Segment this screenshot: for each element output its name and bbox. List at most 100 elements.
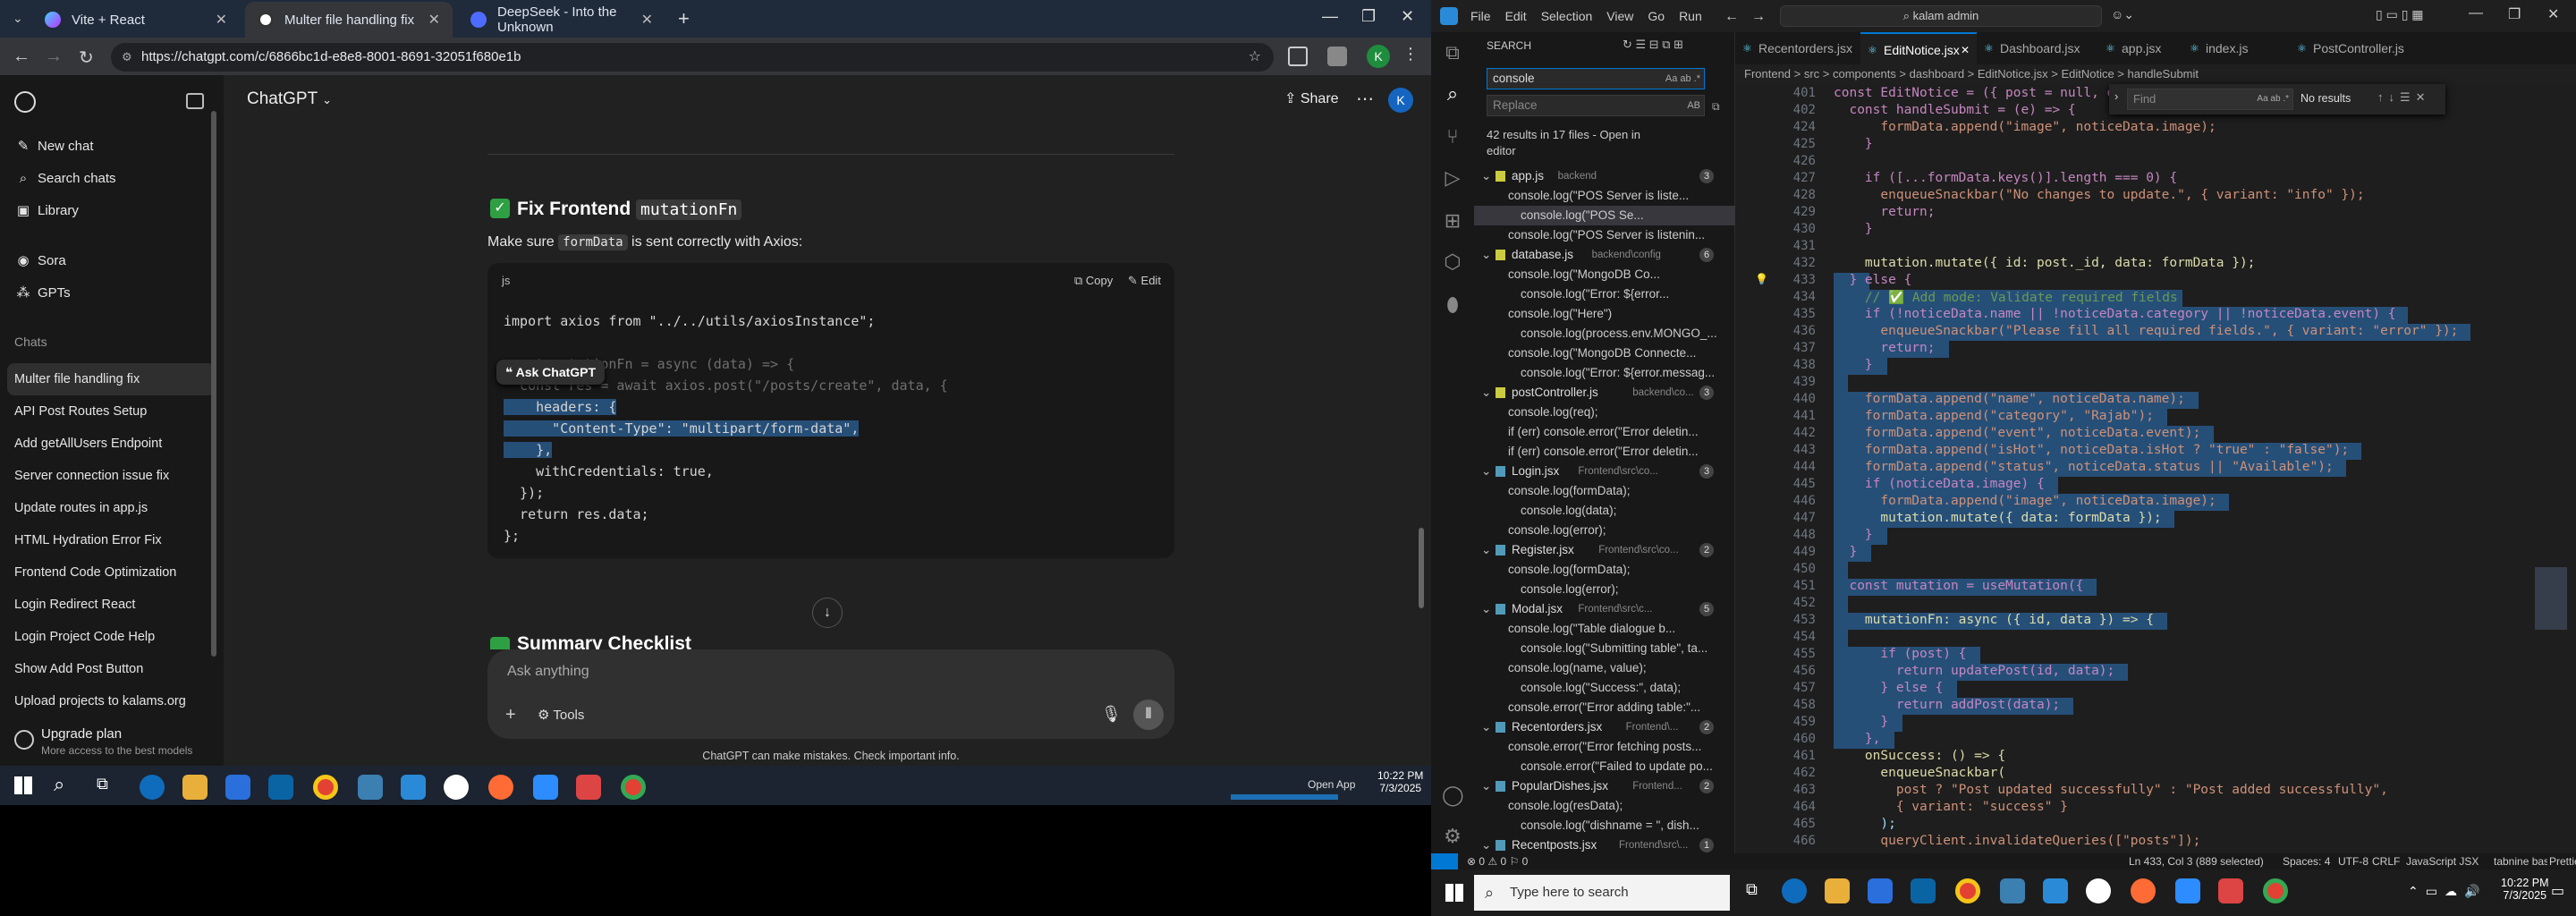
edit-code-button[interactable]: ✎ Edit (1128, 274, 1161, 288)
remote-indicator-icon[interactable] (1431, 853, 1458, 869)
file-explorer-icon[interactable] (182, 775, 208, 800)
vscode-icon[interactable] (401, 775, 426, 800)
search-result-line[interactable]: console.log("POS Server is liste... (1474, 186, 1735, 206)
store-icon[interactable] (225, 775, 250, 800)
close-tab-icon[interactable]: ✕ (641, 11, 653, 29)
preserve-case-icon[interactable]: AB (1687, 96, 1700, 115)
layout-icons[interactable]: ▯ ▭ ▯ ▦ (2376, 7, 2424, 22)
gpts-button[interactable]: ⁂ GPTs (14, 277, 220, 310)
restore-icon[interactable]: ❐ (1361, 7, 1376, 26)
edge-icon[interactable] (140, 775, 165, 800)
cursor-position[interactable]: Ln 433, Col 3 (889 selected) (2129, 853, 2264, 869)
menu-item-run[interactable]: Run (1679, 9, 1702, 23)
sidebar-scrollbar[interactable] (211, 75, 220, 782)
search-result-file[interactable]: ⌄ Register.jsx Frontend\src\co... 2 (1474, 540, 1735, 560)
search-result-line[interactable]: console.log(name, value); (1474, 658, 1735, 678)
sidebar-toggle-icon[interactable] (186, 93, 204, 109)
menu-dots-icon[interactable]: ⋮ (1402, 45, 1419, 64)
app-icon[interactable] (2000, 878, 2025, 903)
chat-history-item[interactable]: Server connection issue fix (7, 460, 215, 492)
extension-icon[interactable] (1288, 47, 1308, 66)
file-explorer-icon[interactable] (1825, 878, 1850, 903)
search-result-file[interactable]: ⌄ Modal.jsx Frontend\src\c... 5 (1474, 599, 1735, 619)
search-result-line[interactable]: console.log("MongoDB Co... (1474, 265, 1735, 284)
find-input[interactable]: Find Aa ab .* (2127, 89, 2293, 110)
search-result-line[interactable]: console.log(error); (1474, 580, 1735, 599)
ask-chatgpt-popup[interactable]: ❝ Ask ChatGPT (496, 360, 606, 385)
search-result-line[interactable]: console.log(error); (1474, 521, 1735, 540)
chat-history-item[interactable]: Add getAllUsers Endpoint (7, 428, 215, 460)
search-result-file[interactable]: ⌄ postController.js backend\co... 3 (1474, 383, 1735, 403)
tab-vite-react[interactable]: Vite + React ✕ (32, 2, 240, 38)
mongodb-icon[interactable]: ⬮ (1442, 293, 1463, 317)
app-icon[interactable] (576, 775, 601, 800)
minimap[interactable] (2535, 84, 2567, 844)
mail-icon[interactable] (1911, 878, 1936, 903)
line-ending[interactable]: CRLF (2372, 853, 2400, 869)
search-result-line[interactable]: console.log("POS Se... (1474, 206, 1735, 225)
attach-plus-icon[interactable]: + (505, 705, 516, 725)
share-button[interactable]: ⇪ Share (1284, 89, 1339, 107)
encoding[interactable]: UTF-8 (2338, 853, 2368, 869)
search-result-line[interactable]: console.log("Table dialogue b... (1474, 619, 1735, 639)
profile-avatar[interactable]: K (1367, 45, 1390, 68)
chrome-icon[interactable] (1955, 878, 1980, 903)
indentation[interactable]: Spaces: 4 (2283, 853, 2330, 869)
search-icon[interactable]: ⌕ (54, 773, 64, 796)
toggle-replace-icon[interactable]: › (2114, 89, 2118, 103)
mail-icon[interactable] (268, 775, 293, 800)
editor-tab[interactable]: ⚛ PostController.js (2290, 32, 2415, 64)
replace-all-icon[interactable]: ⧉ (1712, 100, 1720, 114)
tabnine-status[interactable]: tabnine basic (2494, 853, 2547, 869)
search-result-line[interactable]: console.log("Here") (1474, 304, 1735, 324)
search-actions-icons[interactable]: ↻ ☰ ⊟ ⧉ ⊞ (1623, 38, 1683, 52)
search-result-line[interactable]: console.error("Failed to update po... (1474, 757, 1735, 776)
lightbulb-icon[interactable]: 💡 (1755, 273, 1768, 285)
windows-start-icon[interactable] (14, 776, 32, 794)
task-view-icon[interactable]: ⧉ (1746, 880, 1758, 899)
zoom-icon[interactable] (2175, 878, 2200, 903)
extensions-icon[interactable]: ⊞ (1442, 209, 1463, 233)
prettier-status[interactable]: Prettier (2549, 853, 2576, 869)
search-result-line[interactable]: console.log("POS Server is listenin... (1474, 225, 1735, 245)
new-tab-icon[interactable]: + (678, 7, 690, 30)
editor-tab[interactable]: ⚛ EditNotice.jsx ✕ (1860, 32, 1977, 64)
notification-icon[interactable]: ▭ (2551, 882, 2564, 900)
minimize-icon[interactable]: — (1322, 7, 1338, 26)
editor-tab[interactable]: ⚛ Recentorders.jsx (1735, 32, 1860, 64)
chrome-icon[interactable] (2263, 878, 2288, 903)
search-result-line[interactable]: console.log("MongoDB Connecte... (1474, 344, 1735, 363)
run-debug-icon[interactable]: ▷ (1442, 166, 1463, 190)
windows-start-icon[interactable] (1445, 884, 1463, 902)
language-mode[interactable]: JavaScript JSX (2406, 853, 2479, 869)
open-app-area[interactable]: Open App (1231, 778, 1365, 800)
search-query-input[interactable]: console Aa ab .* (1487, 68, 1705, 89)
search-icon[interactable]: ⌕ (1442, 82, 1463, 106)
menu-item-selection[interactable]: Selection (1541, 9, 1593, 23)
clock[interactable]: 10:22 PM 7/3/2025 (1377, 769, 1423, 794)
bookmark-star-icon[interactable]: ☆ (1249, 43, 1261, 72)
tools-button[interactable]: ⚙ Tools (538, 707, 584, 723)
editor-tab[interactable]: ⚛ Dashboard.jsx (1977, 32, 2098, 64)
prompt-input[interactable]: Ask anything (507, 664, 589, 680)
menu-item-go[interactable]: Go (1648, 9, 1665, 23)
close-tab-icon[interactable]: ✕ (1961, 34, 1970, 66)
close-window-icon[interactable]: ✕ (1401, 7, 1414, 26)
chat-history-item[interactable]: Login Redirect React (7, 589, 215, 621)
system-tray-icons[interactable]: ⌃▭☁🔊 (2408, 884, 2487, 899)
store-icon[interactable] (1868, 878, 1893, 903)
editor-tab[interactable]: ⚛ index.js (2182, 32, 2290, 64)
editor-tab[interactable]: ⚛ app.jsx (2098, 32, 2182, 64)
edge-icon[interactable] (1782, 878, 1807, 903)
tab-deepseek[interactable]: DeepSeek - Into the Unknown ✕ (458, 2, 665, 38)
search-result-line[interactable]: console.log("Success:", data); (1474, 678, 1735, 698)
puzzle-icon[interactable] (1327, 47, 1347, 66)
postman-icon[interactable] (488, 775, 513, 800)
account-icon[interactable]: ◯ (1442, 784, 1464, 807)
chat-history-item[interactable]: Login Project Code Help (7, 621, 215, 653)
new-chat-button[interactable]: ✎ New chat (14, 131, 220, 163)
app-icon[interactable] (444, 775, 469, 800)
chrome-icon[interactable] (621, 775, 646, 800)
tab-list-icon[interactable]: ⌄ (13, 11, 23, 26)
close-window-icon[interactable]: ✕ (2547, 5, 2559, 23)
